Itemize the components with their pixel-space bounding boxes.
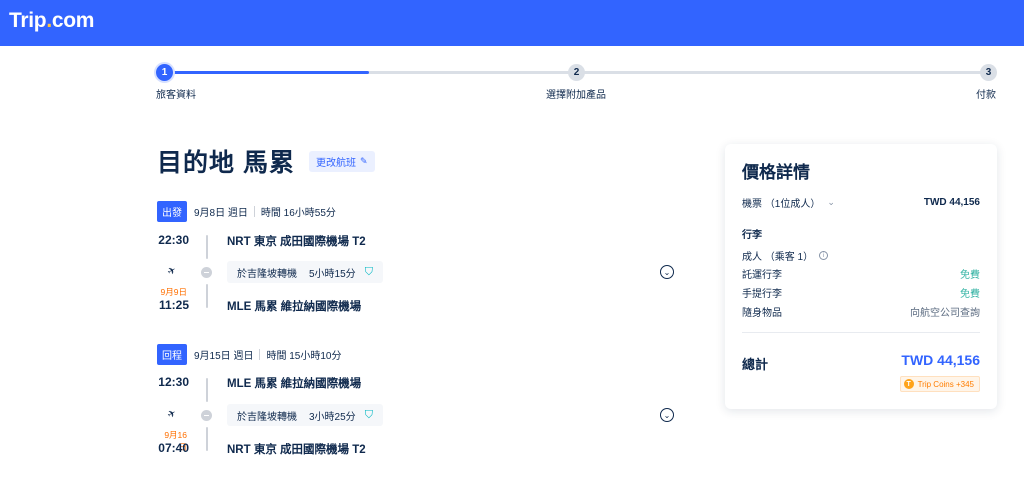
step-1-dot: 1 [156,64,173,81]
outbound-duration: 時間 16小時55分 [260,208,336,219]
shield-icon: ⛉ [364,408,373,421]
inbound-timeline-bottom [206,427,208,451]
inbound-arrive-airport: NRT 東京 成田國際機場 T2 [227,444,366,456]
inbound-date: 9月15日 週日 [194,351,254,362]
inbound-timeline-top [206,378,208,402]
ticket-label: 機票 （1位成人） [742,199,821,210]
checked-baggage-label: 託運行李 [742,270,782,281]
inbound-duration: 時間 15小時10分 [266,351,342,362]
chevron-down-icon[interactable]: ⌄ [827,197,835,208]
carryon-baggage-row: 手提行李 免費 [742,285,980,300]
outbound-header: 出發 9月8日 週日 時間 16小時55分 [157,201,336,222]
divider [742,332,980,333]
step-2-dot: 2 [568,64,585,81]
personal-item-label: 隨身物品 [742,308,782,319]
ticket-row[interactable]: 機票 （1位成人） ⌄ TWD 44,156 [742,195,980,210]
step-3-label: 付款 [976,90,996,101]
price-details-card: 價格詳情 機票 （1位成人） ⌄ TWD 44,156 行李 成人 （乘客 1）… [725,144,997,409]
personal-item-row: 隨身物品 向航空公司查詢 [742,304,980,319]
step-1-label: 旅客資料 [156,90,196,101]
plane-icon: ✈ [165,407,179,422]
top-bar: Trip.com [0,0,1024,46]
carryon-baggage-label: 手提行李 [742,289,782,300]
edit-icon: ✎ [359,155,368,166]
passenger-label: 成人 （乘客 1） [742,252,814,263]
step-3-dot: 3 [980,64,997,81]
trip-logo[interactable]: Trip.com [9,9,94,33]
ticket-value: TWD 44,156 [923,197,980,208]
change-flight-button[interactable]: 更改航班 ✎ [308,150,375,172]
progress-steps: 1 旅客資料 2 選擇附加產品 3 付款 [156,64,998,104]
outbound-expand-chevron-icon[interactable]: ⌄ [660,265,674,279]
outbound-date: 9月8日 週日 [194,208,248,219]
outbound-timeline-bottom [206,284,208,308]
outbound-badge: 出發 [157,201,187,222]
personal-item-value: 向航空公司查詢 [910,308,980,319]
outbound-timeline-top [206,235,208,259]
step-2-label: 選擇附加產品 [546,90,606,101]
outbound-arrive-time: 11:25 [158,298,189,312]
transfer-icon [201,410,212,421]
passenger-row: 成人 （乘客 1） i [742,248,980,263]
inbound-depart-airport: MLE 馬累 維拉納國際機場 [227,378,362,390]
total-value: TWD 44,156 [901,352,980,368]
destination-header: 目的地 馬累 更改航班 ✎ [157,143,375,179]
outbound-arrive-airport: MLE 馬累 維拉納國際機場 [227,301,362,313]
inbound-depart-time: 12:30 [158,375,189,389]
inbound-expand-chevron-icon[interactable]: ⌄ [660,408,674,422]
shield-icon: ⛉ [364,265,373,278]
transfer-icon [201,267,212,278]
info-icon[interactable]: i [819,251,829,260]
outbound-arrive-date: 9月9日 [160,287,187,297]
baggage-title: 行李 [742,230,762,241]
inbound-badge: 回程 [157,344,187,365]
outbound-transfer-info: 於吉隆坡轉機 5小時15分 ⛉ [227,261,383,283]
progress-track-fill [166,71,369,74]
checked-baggage-row: 託運行李 免費 [742,266,980,281]
carryon-baggage-value: 免費 [960,289,980,300]
outbound-depart-airport: NRT 東京 成田國際機場 T2 [227,236,366,248]
plane-icon: ✈ [165,264,179,279]
price-details-title: 價格詳情 [742,163,810,182]
inbound-transfer-info: 於吉隆坡轉機 3小時25分 ⛉ [227,404,383,426]
trip-coins-badge: T Trip Coins +345 [899,376,980,392]
checked-baggage-value: 免費 [960,270,980,281]
inbound-header: 回程 9月15日 週日 時間 15小時10分 [157,344,342,365]
total-label: 總計 [742,357,769,372]
outbound-depart-time: 22:30 [158,233,189,247]
page-title: 目的地 馬累 [157,149,295,177]
coin-icon: T [903,379,914,389]
inbound-arrive-time: 07:40 [158,441,189,455]
